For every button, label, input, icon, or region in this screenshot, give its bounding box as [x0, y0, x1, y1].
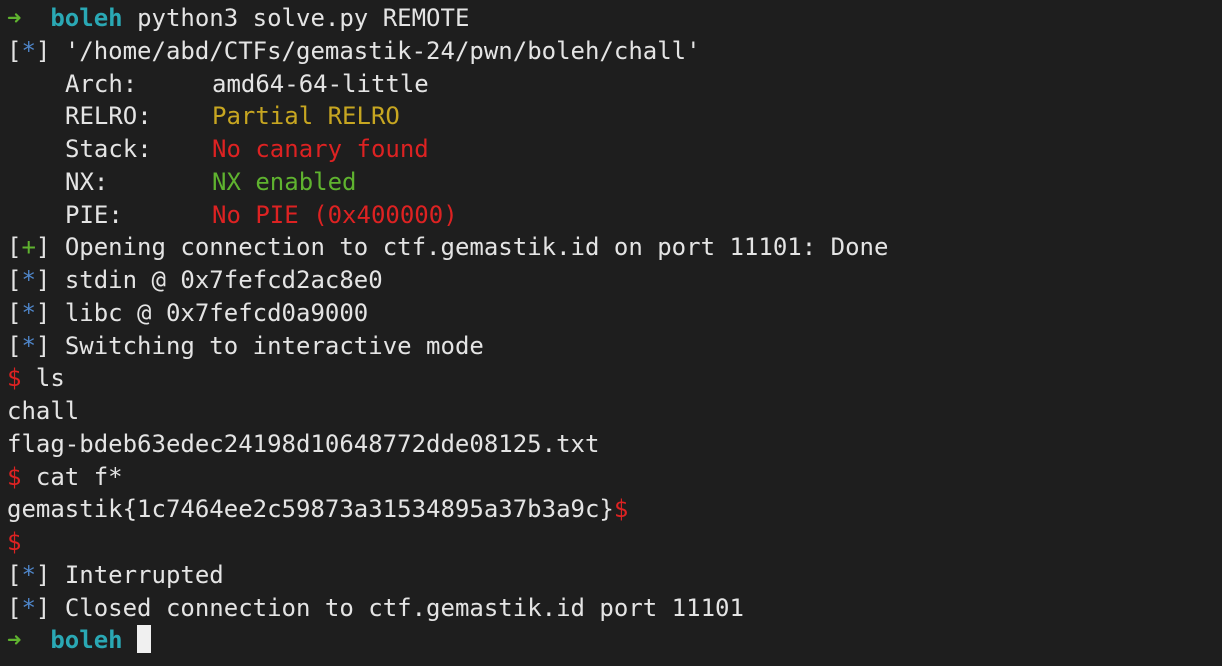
success-marker: +	[21, 233, 36, 262]
checksec-relro-key: RELRO:	[65, 102, 152, 131]
checksec-pie-key: PIE:	[65, 200, 123, 229]
command-line: ➜ boleh python3 solve.py REMOTE	[7, 2, 1222, 35]
log-closed-text: Closed connection to ctf.gemastik.id por…	[64, 593, 744, 622]
checksec-stack-key: Stack:	[65, 135, 152, 163]
log-line-binary-path: [*] '/home/abd/CTFs/gemastik-24/pwn/bole…	[7, 36, 701, 65]
log-line-closed: [*] Closed connection to ctf.gemastik.id…	[7, 593, 744, 622]
log-stdin-text: stdin @ 0x7fefcd2ac8e0	[64, 266, 383, 294]
flag-text: gemastik{1c7464ee2c59873a31534895a37b3a9…	[7, 495, 614, 524]
log-line-opening: [+] Opening connection to ctf.gemastik.i…	[7, 233, 889, 262]
checksec-pie-value: No PIE (0x400000)	[212, 200, 458, 229]
checksec-relro: RELRO: Partial RELRO	[7, 100, 1222, 133]
ls-output-chall: chall	[7, 397, 80, 425]
log-line-interrupted: [*] Interrupted	[7, 560, 224, 589]
shell-line-empty: $	[7, 526, 1222, 559]
info-marker: *	[21, 266, 36, 294]
shell-prompt: $	[613, 495, 629, 524]
checksec-nx-key: NX:	[65, 167, 109, 196]
log-libc-text: libc @ 0x7fefcd0a9000	[64, 298, 369, 327]
checksec-nx-value: NX enabled	[212, 167, 357, 196]
checksec-relro-value: Partial RELRO	[212, 102, 400, 131]
shell-command-cat: cat f*	[35, 462, 123, 491]
flag-output-line: gemastik{1c7464ee2c59873a31534895a37b3a9…	[7, 493, 1222, 526]
final-prompt-line[interactable]: ➜ boleh	[7, 624, 1222, 657]
checksec-pie: PIE: No PIE (0x400000)	[7, 199, 1222, 232]
shell-line-ls: $ ls	[7, 362, 1222, 395]
log-interrupted-text: Interrupted	[64, 560, 224, 589]
shell-prompt: $	[7, 528, 22, 556]
prompt-arrow-icon: ➜	[7, 4, 22, 32]
info-marker: *	[21, 298, 36, 327]
text-cursor[interactable]	[137, 625, 152, 654]
prompt-directory: boleh	[50, 626, 123, 655]
prompt-arrow-icon: ➜	[7, 626, 22, 655]
checksec-stack-value: No canary found	[212, 135, 429, 163]
info-marker: *	[21, 331, 36, 360]
log-line-switching: [*] Switching to interactive mode	[7, 331, 484, 360]
checksec-arch-key: Arch:	[65, 69, 138, 98]
checksec-arch: Arch: amd64-64-little	[7, 68, 1222, 101]
shell-command-ls: ls	[35, 364, 65, 393]
info-marker: *	[21, 36, 36, 65]
log-opening-text: Opening connection to ctf.gemastik.id on…	[64, 233, 889, 262]
ls-output-flag-file: flag-bdeb63edec24198d10648772dde08125.tx…	[7, 429, 600, 458]
checksec-nx: NX: NX enabled	[7, 166, 1222, 199]
info-marker: *	[21, 593, 36, 622]
shell-prompt: $	[7, 364, 22, 393]
shell-line-cat: $ cat f*	[7, 461, 1222, 494]
log-line-stdin: [*] stdin @ 0x7fefcd2ac8e0	[7, 266, 383, 294]
checksec-arch-value: amd64-64-little	[212, 69, 429, 98]
shell-prompt: $	[7, 462, 22, 491]
log-switching-text: Switching to interactive mode	[64, 331, 484, 360]
info-marker: *	[21, 560, 36, 589]
binary-path: '/home/abd/CTFs/gemastik-24/pwn/boleh/ch…	[64, 36, 701, 65]
prompt-directory: boleh	[50, 4, 123, 32]
checksec-stack: Stack: No canary found	[7, 133, 1222, 166]
command-text: python3 solve.py REMOTE	[137, 4, 470, 32]
log-line-libc: [*] libc @ 0x7fefcd0a9000	[7, 298, 369, 327]
terminal-window[interactable]: ➜ boleh python3 solve.py REMOTE [*] '/ho…	[0, 0, 1222, 666]
